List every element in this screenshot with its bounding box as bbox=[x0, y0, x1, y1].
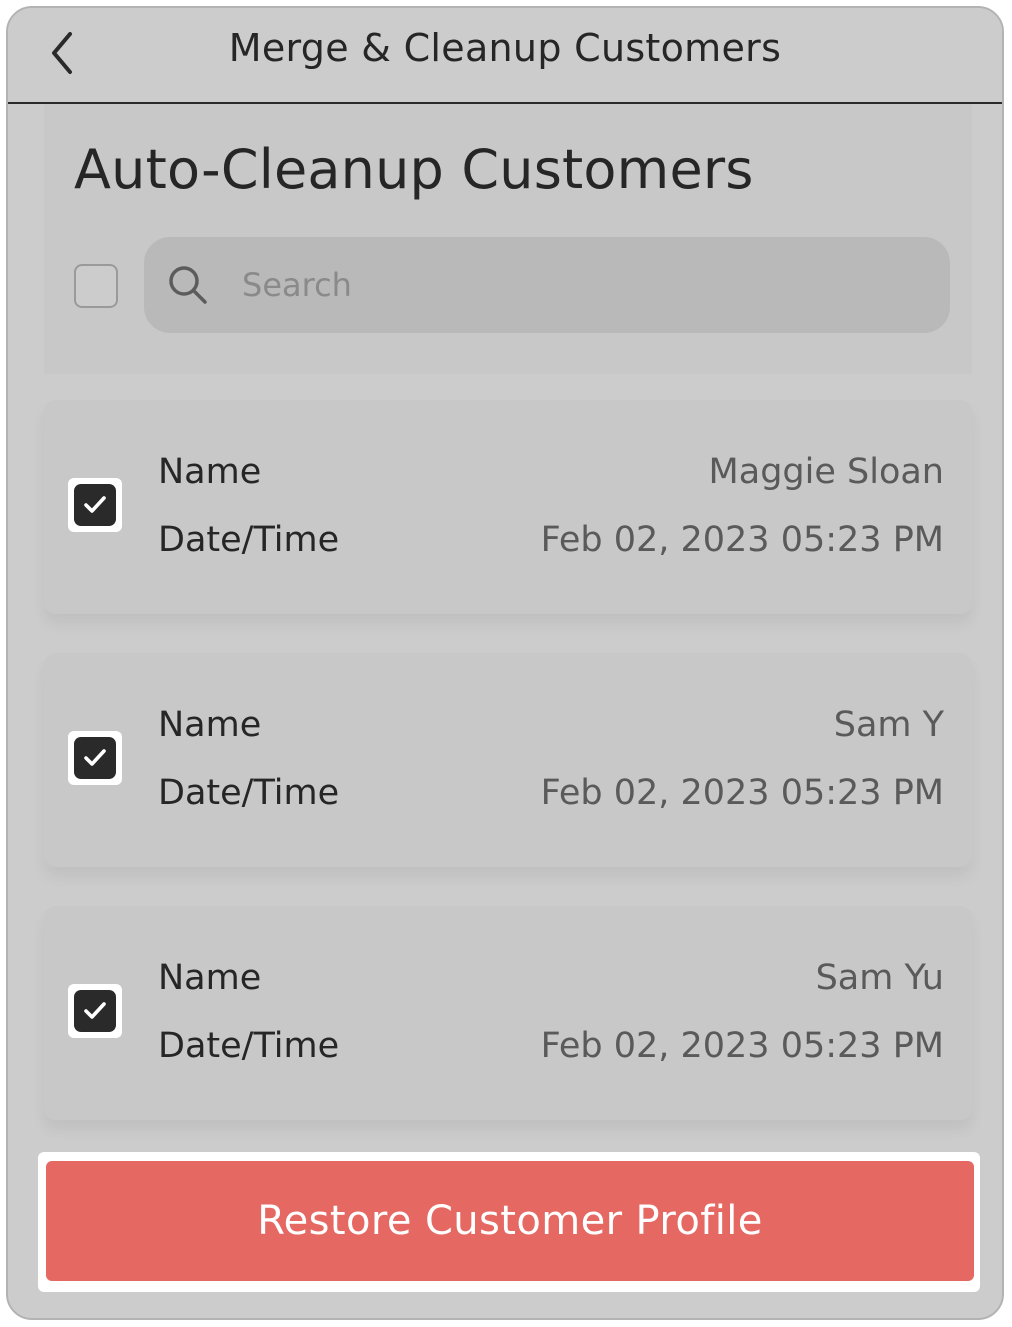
app-screen: Merge & Cleanup Customers Auto-Cleanup C… bbox=[6, 6, 1004, 1320]
filter-section: Auto-Cleanup Customers bbox=[44, 104, 972, 374]
checkmark-icon bbox=[84, 496, 106, 513]
name-label: Name bbox=[158, 705, 262, 745]
row-checkbox[interactable] bbox=[68, 478, 122, 532]
search-input[interactable] bbox=[242, 263, 922, 307]
customer-row[interactable]: Name Sam Yu Date/Time Feb 02, 2023 05:23 PM bbox=[44, 906, 972, 1120]
section-title: Auto-Cleanup Customers bbox=[74, 138, 754, 201]
customer-datetime: Feb 02, 2023 05:23 PM bbox=[540, 773, 944, 813]
datetime-label: Date/Time bbox=[158, 520, 340, 560]
header-bar: Merge & Cleanup Customers bbox=[8, 8, 1002, 104]
customer-datetime: Feb 02, 2023 05:23 PM bbox=[540, 520, 944, 560]
customer-name: Sam Y bbox=[833, 705, 944, 745]
customer-row[interactable]: Name Sam Y Date/Time Feb 02, 2023 05:23 PM bbox=[44, 653, 972, 867]
checkbox-fill bbox=[74, 737, 116, 779]
customer-name: Sam Yu bbox=[815, 958, 944, 998]
search-icon bbox=[169, 266, 207, 304]
row-checkbox[interactable] bbox=[68, 731, 122, 785]
name-label: Name bbox=[158, 958, 262, 998]
datetime-label: Date/Time bbox=[158, 773, 340, 813]
customer-name: Maggie Sloan bbox=[708, 452, 944, 492]
name-label: Name bbox=[158, 452, 262, 492]
checkbox-fill bbox=[74, 484, 116, 526]
customer-datetime: Feb 02, 2023 05:23 PM bbox=[540, 1026, 944, 1066]
select-all-checkbox[interactable] bbox=[74, 264, 118, 308]
datetime-label: Date/Time bbox=[158, 1026, 340, 1066]
checkmark-icon bbox=[84, 1002, 106, 1019]
checkbox-fill bbox=[74, 990, 116, 1032]
checkmark-icon bbox=[84, 749, 106, 766]
footer-highlight: Restore Customer Profile bbox=[38, 1152, 980, 1292]
page-title: Merge & Cleanup Customers bbox=[228, 26, 782, 70]
customer-row[interactable]: Name Maggie Sloan Date/Time Feb 02, 2023 05… bbox=[44, 400, 972, 614]
restore-customer-profile-button[interactable]: Restore Customer Profile bbox=[46, 1161, 974, 1281]
row-checkbox[interactable] bbox=[68, 984, 122, 1038]
search-box[interactable] bbox=[144, 237, 950, 333]
